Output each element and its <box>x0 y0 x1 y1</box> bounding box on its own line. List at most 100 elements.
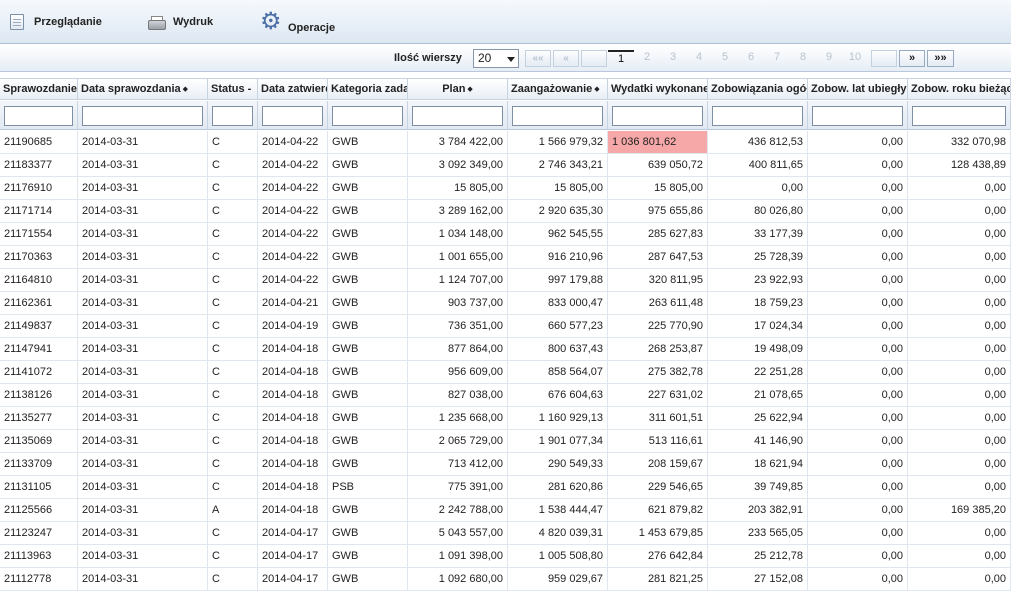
table-cell: 2014-03-31 <box>78 361 208 383</box>
table-row[interactable]: 21141072 2014-03-31 C 2014-04-18 GWB 956 609,… <box>0 361 1011 384</box>
page-number-10[interactable]: 10 <box>842 50 868 67</box>
table-row[interactable]: 21131105 2014-03-31 C 2014-04-18 PSB 775 391,… <box>0 476 1011 499</box>
table-cell: C <box>208 407 258 429</box>
last-page-button[interactable]: »» <box>927 50 954 67</box>
page-spacer <box>581 50 607 67</box>
table-row[interactable]: 21123247 2014-03-31 C 2014-04-17 GWB 5 043 55… <box>0 522 1011 545</box>
rows-per-page-select[interactable]: 20 <box>473 49 519 68</box>
table-cell: 0,00 <box>808 338 908 360</box>
page-number-3[interactable]: 3 <box>660 50 686 67</box>
table-cell: 2014-03-31 <box>78 338 208 360</box>
table-cell: 275 382,78 <box>608 361 708 383</box>
table-row[interactable]: 21113963 2014-03-31 C 2014-04-17 GWB 1 091 39… <box>0 545 1011 568</box>
column-filter-input[interactable] <box>82 106 203 126</box>
table-row[interactable]: 21162361 2014-03-31 C 2014-04-21 GWB 903 737,… <box>0 292 1011 315</box>
table-cell: 0,00 <box>808 545 908 567</box>
column-filter-input[interactable] <box>262 106 323 126</box>
table-cell: 17 024,34 <box>708 315 808 337</box>
column-filter-input[interactable] <box>912 106 1006 126</box>
column-header[interactable]: Zaangażowanie ◆ <box>508 79 608 100</box>
table-cell: 0,00 <box>908 568 1011 590</box>
table-cell: 21171714 <box>0 200 78 222</box>
next-page-button[interactable]: » <box>899 50 925 67</box>
page-number-1[interactable]: 1 <box>608 50 634 67</box>
table-cell: 0,00 <box>808 407 908 429</box>
rows-per-page-value: 20 <box>478 51 492 65</box>
table-row[interactable]: 21170363 2014-03-31 C 2014-04-22 GWB 1 001 65… <box>0 246 1011 269</box>
page-number-8[interactable]: 8 <box>790 50 816 67</box>
table-row[interactable]: 21138126 2014-03-31 C 2014-04-18 GWB 827 038,… <box>0 384 1011 407</box>
prev-page-button[interactable]: « <box>553 50 579 67</box>
table-cell: 281 821,25 <box>608 568 708 590</box>
column-header[interactable]: Kategoria zadania <box>328 79 408 100</box>
column-header[interactable]: Data sprawozdania ◆ <box>78 79 208 100</box>
column-header[interactable]: Plan ◆ <box>408 79 508 100</box>
page-number-4[interactable]: 4 <box>686 50 712 67</box>
table-cell: 21 078,65 <box>708 384 808 406</box>
table-cell: 513 116,61 <box>608 430 708 452</box>
print-label: Wydruk <box>173 16 214 28</box>
table-cell: 2014-04-18 <box>258 476 328 498</box>
table-cell: 877 864,00 <box>408 338 508 360</box>
page-number-5[interactable]: 5 <box>712 50 738 67</box>
column-filter-input[interactable] <box>512 106 603 126</box>
page-number-9[interactable]: 9 <box>816 50 842 67</box>
column-filter-input[interactable] <box>4 106 73 126</box>
column-filter-input[interactable] <box>332 106 403 126</box>
table-row[interactable]: 21164810 2014-03-31 C 2014-04-22 GWB 1 124 70… <box>0 269 1011 292</box>
table-cell: 2014-04-17 <box>258 522 328 544</box>
table-cell: 2014-04-18 <box>258 338 328 360</box>
table-cell: 33 177,39 <box>708 223 808 245</box>
column-filter-input[interactable] <box>612 106 703 126</box>
table-cell: 0,00 <box>908 223 1011 245</box>
table-cell: 21190685 <box>0 131 78 153</box>
column-header[interactable]: Sprawozdanie <box>0 79 78 100</box>
column-filter-input[interactable] <box>412 106 503 126</box>
column-filter-input[interactable] <box>212 106 253 126</box>
table-cell: 208 159,67 <box>608 453 708 475</box>
column-header[interactable]: Zobow. lat ubiegłych <box>808 79 908 100</box>
page-number-2[interactable]: 2 <box>634 50 660 67</box>
table-row[interactable]: 21112778 2014-03-31 C 2014-04-17 GWB 1 092 68… <box>0 568 1011 591</box>
table-row[interactable]: 21135277 2014-03-31 C 2014-04-18 GWB 1 235 66… <box>0 407 1011 430</box>
table-cell: 21170363 <box>0 246 78 268</box>
table-row[interactable]: 21125566 2014-03-31 A 2014-04-18 GWB 2 242 78… <box>0 499 1011 522</box>
table-cell: GWB <box>328 430 408 452</box>
table-row[interactable]: 21190685 2014-03-31 C 2014-04-22 GWB 3 784 42… <box>0 131 1011 154</box>
column-filter-input[interactable] <box>812 106 903 126</box>
print-button[interactable]: Wydruk <box>148 10 213 34</box>
table-cell: 1 160 929,13 <box>508 407 608 429</box>
table-row[interactable]: 21176910 2014-03-31 C 2014-04-22 GWB 15 805,0… <box>0 177 1011 200</box>
column-header[interactable]: Status - <box>208 79 258 100</box>
browse-button[interactable]: Przeglądanie <box>10 10 102 34</box>
column-header[interactable]: Data zatwierdzenia <box>258 79 328 100</box>
table-row[interactable]: 21171714 2014-03-31 C 2014-04-22 GWB 3 289 16… <box>0 200 1011 223</box>
table-cell: C <box>208 223 258 245</box>
table-cell: C <box>208 246 258 268</box>
table-cell: 2014-03-31 <box>78 522 208 544</box>
table-row[interactable]: 21183377 2014-03-31 C 2014-04-22 GWB 3 092 34… <box>0 154 1011 177</box>
operations-button[interactable]: Operacje <box>260 7 335 36</box>
table-cell: C <box>208 430 258 452</box>
table-cell: 833 000,47 <box>508 292 608 314</box>
table-cell: 2 920 635,30 <box>508 200 608 222</box>
table-cell: 1 901 077,34 <box>508 430 608 452</box>
table-cell: 2014-04-21 <box>258 292 328 314</box>
column-header[interactable]: Zobowiązania ogółem <box>708 79 808 100</box>
column-filter-input[interactable] <box>712 106 803 126</box>
table-cell: 21176910 <box>0 177 78 199</box>
table-row[interactable]: 21171554 2014-03-31 C 2014-04-22 GWB 1 034 14… <box>0 223 1011 246</box>
table-row[interactable]: 21149837 2014-03-31 C 2014-04-19 GWB 736 351,… <box>0 315 1011 338</box>
first-page-button[interactable]: «« <box>525 50 551 67</box>
table-row[interactable]: 21147941 2014-03-31 C 2014-04-18 GWB 877 864,… <box>0 338 1011 361</box>
column-header[interactable]: Wydatki wykonane <box>608 79 708 100</box>
table-cell: 0,00 <box>908 315 1011 337</box>
table-row[interactable]: 21133709 2014-03-31 C 2014-04-18 GWB 713 412,… <box>0 453 1011 476</box>
table-cell: 2014-03-31 <box>78 200 208 222</box>
column-header[interactable]: Zobow. roku bieżącego <box>908 79 1011 100</box>
table-cell: 436 812,53 <box>708 131 808 153</box>
table-cell: 0,00 <box>808 200 908 222</box>
page-number-6[interactable]: 6 <box>738 50 764 67</box>
table-row[interactable]: 21135069 2014-03-31 C 2014-04-18 GWB 2 065 72… <box>0 430 1011 453</box>
page-number-7[interactable]: 7 <box>764 50 790 67</box>
